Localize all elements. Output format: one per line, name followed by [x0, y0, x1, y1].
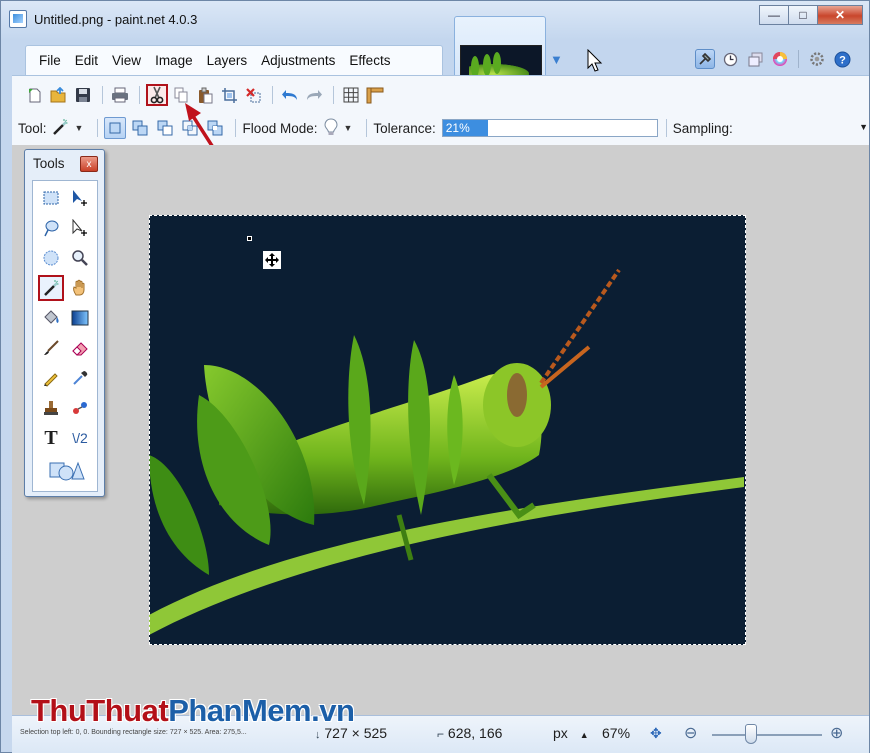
menu-view[interactable]: View: [105, 53, 148, 68]
magic-wand-tool-icon[interactable]: [38, 275, 64, 301]
window-controls: — □ ✕: [759, 5, 863, 25]
svg-text:?: ?: [839, 54, 846, 66]
history-window-icon[interactable]: [720, 49, 740, 69]
cursor-position-text: 628, 166: [447, 725, 503, 741]
selection-handle[interactable]: [247, 236, 252, 241]
print-icon[interactable]: [109, 84, 131, 106]
paintbrush-tool-icon[interactable]: [38, 335, 64, 361]
watermark-part1: ThuThuat: [31, 693, 169, 728]
tolerance-slider[interactable]: 21%: [441, 119, 658, 137]
deselect-icon[interactable]: [242, 84, 264, 106]
minimize-button[interactable]: —: [759, 5, 789, 25]
tolerance-label: Tolerance:: [373, 120, 436, 136]
zoom-slider-thumb[interactable]: [745, 724, 757, 744]
lasso-select-tool-icon[interactable]: [38, 215, 64, 241]
colors-window-icon[interactable]: [770, 49, 790, 69]
gradient-tool-icon[interactable]: [67, 305, 93, 331]
ellipse-select-tool-icon[interactable]: [38, 245, 64, 271]
undo-icon[interactable]: [279, 84, 301, 106]
menu-image[interactable]: Image: [148, 53, 200, 68]
move-selection-tool-icon[interactable]: [67, 215, 93, 241]
open-file-icon[interactable]: [48, 84, 70, 106]
maximize-button[interactable]: □: [788, 5, 818, 25]
tools-window-close-button[interactable]: x: [80, 156, 98, 172]
cursor-position-icon: ⌐: [437, 727, 445, 741]
close-button[interactable]: ✕: [817, 5, 863, 25]
paint-bucket-tool-icon[interactable]: [38, 305, 64, 331]
zoom-tool-icon[interactable]: [67, 245, 93, 271]
window-toggle-icons: ?: [695, 49, 852, 69]
menu-adjustments[interactable]: Adjustments: [254, 53, 342, 68]
watermark-part2: PhanMem: [168, 693, 312, 728]
menu-file[interactable]: File: [32, 53, 68, 68]
zoom-out-icon[interactable]: ⊖: [684, 723, 697, 743]
layers-window-icon[interactable]: [745, 49, 765, 69]
tools-window-title: Tools: [33, 156, 65, 171]
rectangle-select-tool-icon[interactable]: [38, 185, 64, 211]
line-curve-tool-icon[interactable]: \/2: [67, 425, 93, 451]
redo-icon[interactable]: [303, 84, 325, 106]
zoom-in-icon[interactable]: ⊕: [830, 723, 843, 743]
units-dropdown-arrow-icon[interactable]: ▲: [580, 730, 589, 740]
image-size-icon: ↓: [315, 729, 321, 741]
zoom-slider-track[interactable]: [712, 734, 822, 736]
menu-layers[interactable]: Layers: [200, 53, 255, 68]
units-value: px: [553, 725, 568, 741]
tools-grid: T \/2: [32, 180, 98, 492]
grasshopper-image: [149, 268, 744, 635]
flood-mode-bulb-icon[interactable]: [323, 117, 338, 139]
move-selected-pixels-tool-icon[interactable]: [67, 185, 93, 211]
new-file-icon[interactable]: [24, 84, 46, 106]
current-tool-magic-wand-icon[interactable]: [51, 118, 69, 139]
selection-info: Selection top left: 0, 0. Bounding recta…: [20, 729, 247, 736]
cut-icon[interactable]: [146, 84, 168, 106]
menu-bar: File Edit View Image Layers Adjustments …: [25, 45, 443, 75]
settings-gear-icon[interactable]: [807, 49, 827, 69]
pan-hand-tool-icon[interactable]: [67, 275, 93, 301]
watermark-part3: .vn: [311, 693, 355, 728]
tolerance-fill: 21%: [442, 120, 488, 136]
toolbar-area: Tool: ▼ Flood Mode: ▼ Tolerance: 21% Sam…: [12, 75, 869, 145]
app-window: Untitled.png - paint.net 4.0.3 — □ ✕ Fil…: [0, 0, 870, 753]
zoom-to-window-icon[interactable]: ✥: [650, 725, 662, 742]
color-picker-tool-icon[interactable]: [67, 365, 93, 391]
move-cursor-icon: [263, 251, 281, 269]
eraser-tool-icon[interactable]: [67, 335, 93, 361]
rulers-icon[interactable]: [364, 84, 386, 106]
zoom-readout[interactable]: 67%: [602, 725, 630, 741]
image-canvas[interactable]: [149, 215, 746, 645]
text-tool-icon[interactable]: T: [38, 425, 64, 451]
menu-effects[interactable]: Effects: [342, 53, 397, 68]
flood-mode-label: Flood Mode:: [242, 120, 318, 136]
tool-options-bar: Tool: ▼ Flood Mode: ▼ Tolerance: 21% Sam…: [18, 116, 868, 140]
selection-mode-replace-button[interactable]: [104, 117, 127, 139]
selection-mode-union-button[interactable]: [129, 117, 151, 139]
title-bar: Untitled.png - paint.net 4.0.3 — □ ✕: [1, 1, 869, 41]
paintnet-app-icon[interactable]: [9, 10, 27, 28]
image-list-dropdown-icon[interactable]: ▼: [550, 52, 563, 67]
cursor-position-readout: ⌐ 628, 166: [437, 725, 502, 741]
tools-window: Tools x T \/2: [24, 149, 105, 497]
toolbar-overflow-icon[interactable]: ▼: [859, 122, 868, 132]
help-icon[interactable]: ?: [832, 49, 852, 69]
window-title: Untitled.png - paint.net 4.0.3: [34, 12, 198, 27]
tool-label: Tool:: [18, 120, 47, 136]
pencil-tool-icon[interactable]: [38, 365, 64, 391]
selection-mode-exclude-button[interactable]: [154, 117, 176, 139]
tool-dropdown-arrow-icon[interactable]: ▼: [75, 123, 84, 133]
save-icon[interactable]: [72, 84, 94, 106]
flood-mode-dropdown-arrow-icon[interactable]: ▼: [344, 123, 353, 133]
shapes-tool-icon[interactable]: [47, 457, 87, 483]
tools-window-icon[interactable]: [695, 49, 715, 69]
clone-stamp-tool-icon[interactable]: [38, 395, 64, 421]
units-selector[interactable]: px ▲: [553, 725, 589, 741]
recolor-tool-icon[interactable]: [67, 395, 93, 421]
mouse-cursor-icon: [587, 49, 603, 72]
sampling-label: Sampling:: [672, 120, 733, 136]
menu-edit[interactable]: Edit: [68, 53, 105, 68]
grid-icon[interactable]: [340, 84, 362, 106]
watermark-logo: ThuThuatPhanMem.vn: [31, 693, 355, 729]
